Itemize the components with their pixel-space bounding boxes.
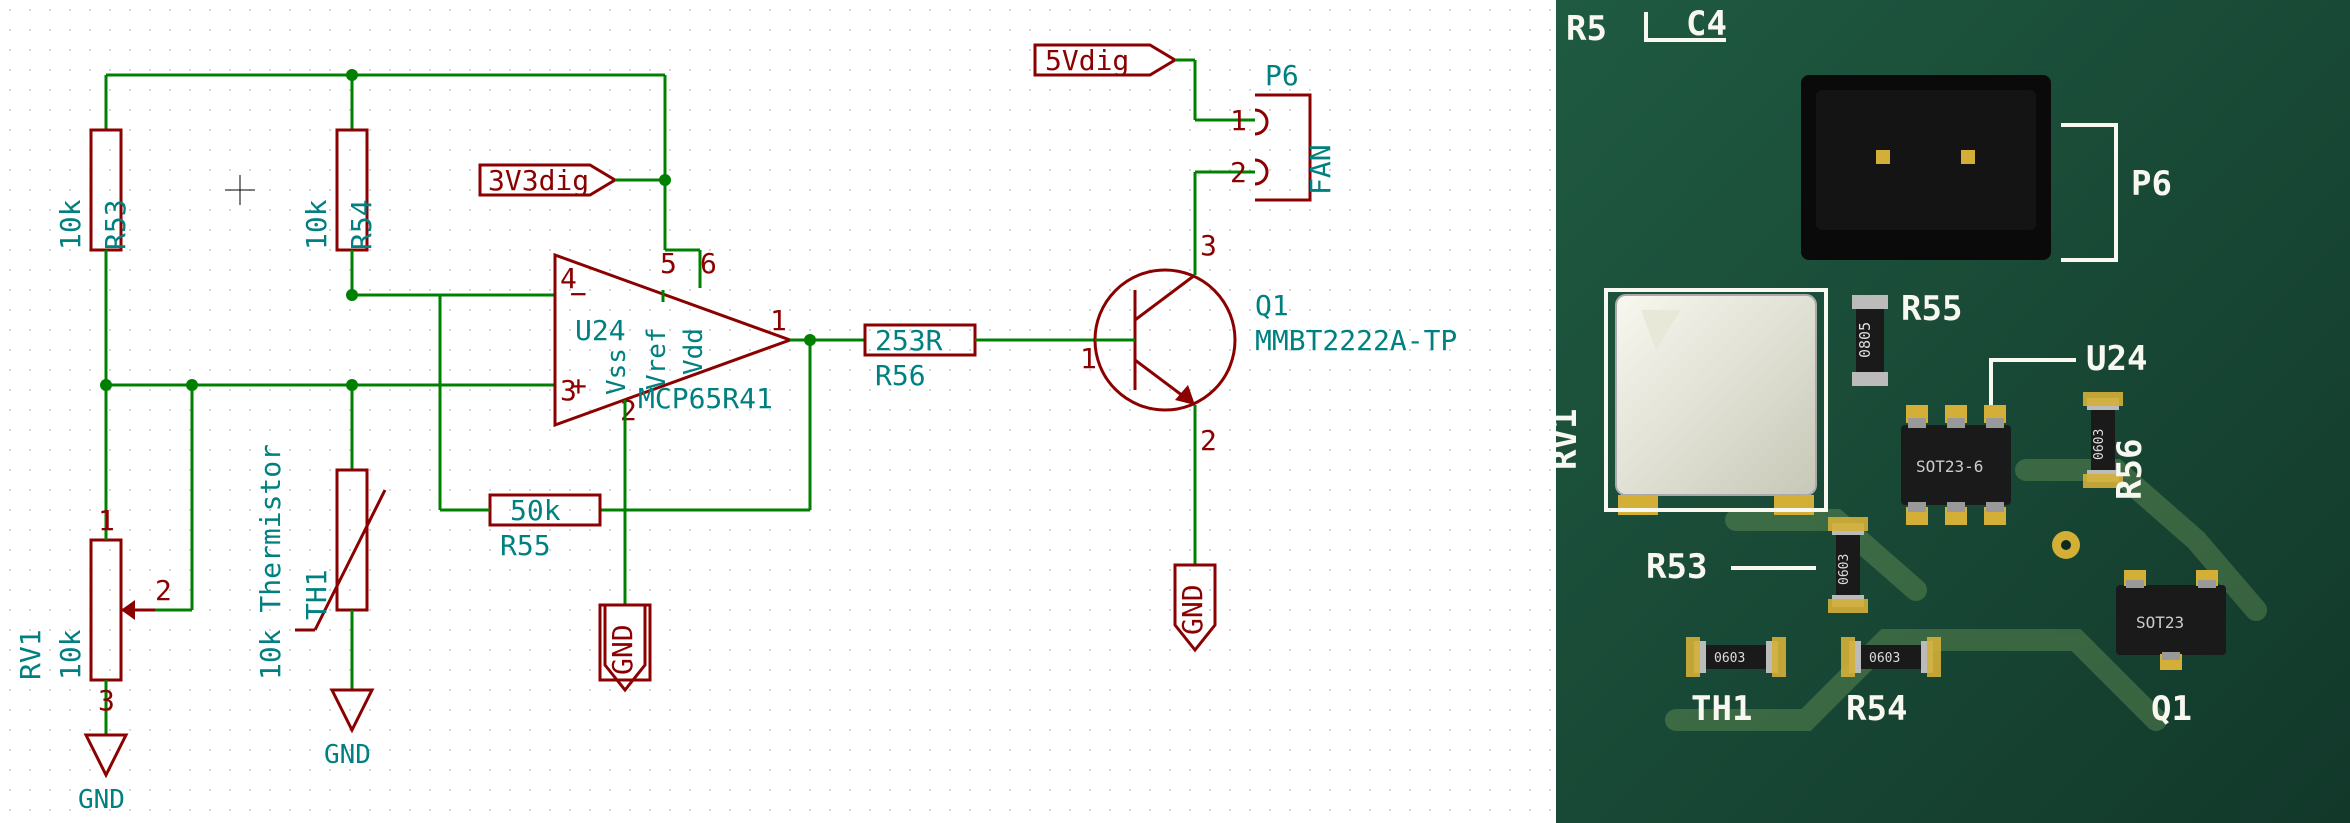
silk-th1: TH1	[1691, 689, 1752, 729]
svg-text:5Vdig: 5Vdig	[1045, 44, 1129, 77]
pcb-pot-rv1	[1616, 295, 1816, 515]
r53-ref: R53	[99, 199, 132, 250]
pcb-connector-p6	[1801, 75, 2051, 260]
cursor-crosshair	[225, 175, 255, 205]
transistor-q1: 1 2 3	[1080, 229, 1235, 457]
svg-text:2: 2	[620, 394, 637, 427]
netlabel-5vdig: 5Vdig	[1035, 44, 1175, 77]
pcb-q1: SOT23	[2116, 570, 2226, 670]
silk-r53: R53	[1646, 547, 1707, 587]
schematic-panel: 10k R53 10k R54 1 2 3 RV1 10k GND 10k Th…	[0, 0, 1556, 823]
schematic-svg: 10k R53 10k R54 1 2 3 RV1 10k GND 10k Th…	[0, 0, 1556, 823]
netlabel-3v3dig: 3V3dig	[480, 164, 615, 197]
silk-r56: R56	[2110, 439, 2150, 500]
svg-text:2: 2	[1230, 156, 1247, 189]
q1-value: MMBT2222A-TP	[1255, 324, 1457, 357]
u24-ref: U24	[575, 314, 626, 347]
svg-text:0603: 0603	[1837, 554, 1852, 585]
r56-value: 253R	[875, 324, 943, 357]
rv1-ref: RV1	[14, 629, 47, 680]
thermistor-th1	[337, 470, 367, 610]
u24-value: MCP65R41	[638, 382, 773, 415]
r55-ref: R55	[500, 529, 551, 562]
svg-text:−: −	[570, 277, 587, 310]
silk-rv1: RV1	[1556, 409, 1585, 470]
connector-p6: 1 2	[1230, 95, 1310, 200]
svg-text:Vss: Vss	[602, 348, 632, 395]
svg-text:0603: 0603	[2092, 429, 2107, 460]
svg-text:GND: GND	[324, 740, 371, 770]
rv1-pin3: 3	[98, 684, 115, 717]
pot-rv1	[91, 540, 121, 680]
th1-ref: TH1	[300, 569, 333, 620]
gnd-symbol-u24: GND	[600, 605, 650, 690]
svg-text:GND: GND	[606, 624, 639, 675]
svg-text:0603: 0603	[1714, 651, 1745, 666]
svg-text:0805: 0805	[1856, 322, 1874, 358]
gnd-symbol-q1: GND	[1175, 565, 1215, 650]
svg-text:SOT23: SOT23	[2136, 613, 2184, 632]
svg-text:Vdd: Vdd	[679, 328, 709, 375]
gnd-symbol-th1: GND	[324, 690, 372, 770]
svg-text:1: 1	[770, 304, 787, 337]
p6-ref: P6	[1265, 59, 1299, 92]
svg-text:Vref: Vref	[642, 327, 672, 390]
pcb-u24: SOT23-6	[1901, 405, 2011, 525]
svg-text:+: +	[570, 369, 587, 402]
rv1-value: 10k	[54, 629, 87, 680]
svg-text:1: 1	[1230, 104, 1247, 137]
th1-value: 10k Thermistor	[254, 444, 287, 680]
silk-u24: U24	[2086, 339, 2147, 379]
silk-r5: R5	[1566, 9, 1607, 49]
comparator-u24: 4 3 1 2 5 6 − + Vss Vref Vdd	[555, 247, 790, 605]
silk-r55: R55	[1901, 289, 1962, 329]
silk-q1: Q1	[2151, 689, 2192, 729]
pcb-svg: R5 C4 P6 RV1 0805 R55 U24 0603 R56	[1556, 0, 2350, 823]
silk-c4: C4	[1686, 4, 1727, 44]
svg-text:GND: GND	[78, 785, 125, 815]
gnd-symbol-rv1: GND	[78, 735, 126, 815]
svg-text:3V3dig: 3V3dig	[488, 164, 589, 197]
pcb-3d-panel: R5 C4 P6 RV1 0805 R55 U24 0603 R56	[1556, 0, 2350, 823]
svg-text:1: 1	[1080, 342, 1097, 375]
svg-text:6: 6	[700, 247, 717, 280]
r56-ref: R56	[875, 359, 926, 392]
r54-ref: R54	[345, 199, 378, 250]
svg-text:5: 5	[660, 247, 677, 280]
q1-ref: Q1	[1255, 289, 1289, 322]
rv1-pin2: 2	[155, 574, 172, 607]
r55-value: 50k	[510, 494, 561, 527]
silk-r54: R54	[1846, 689, 1907, 729]
svg-text:GND: GND	[1176, 584, 1209, 635]
svg-text:2: 2	[1200, 424, 1217, 457]
pcb-r55: 0805	[1852, 295, 1888, 386]
svg-text:SOT23-6: SOT23-6	[1916, 457, 1983, 476]
p6-value: FAN	[1304, 144, 1337, 195]
svg-text:3: 3	[1200, 229, 1217, 262]
r53-value: 10k	[54, 199, 87, 250]
silk-p6: P6	[2131, 164, 2172, 204]
rv1-pin1: 1	[98, 504, 115, 537]
r54-value: 10k	[300, 199, 333, 250]
svg-text:0603: 0603	[1869, 651, 1900, 666]
